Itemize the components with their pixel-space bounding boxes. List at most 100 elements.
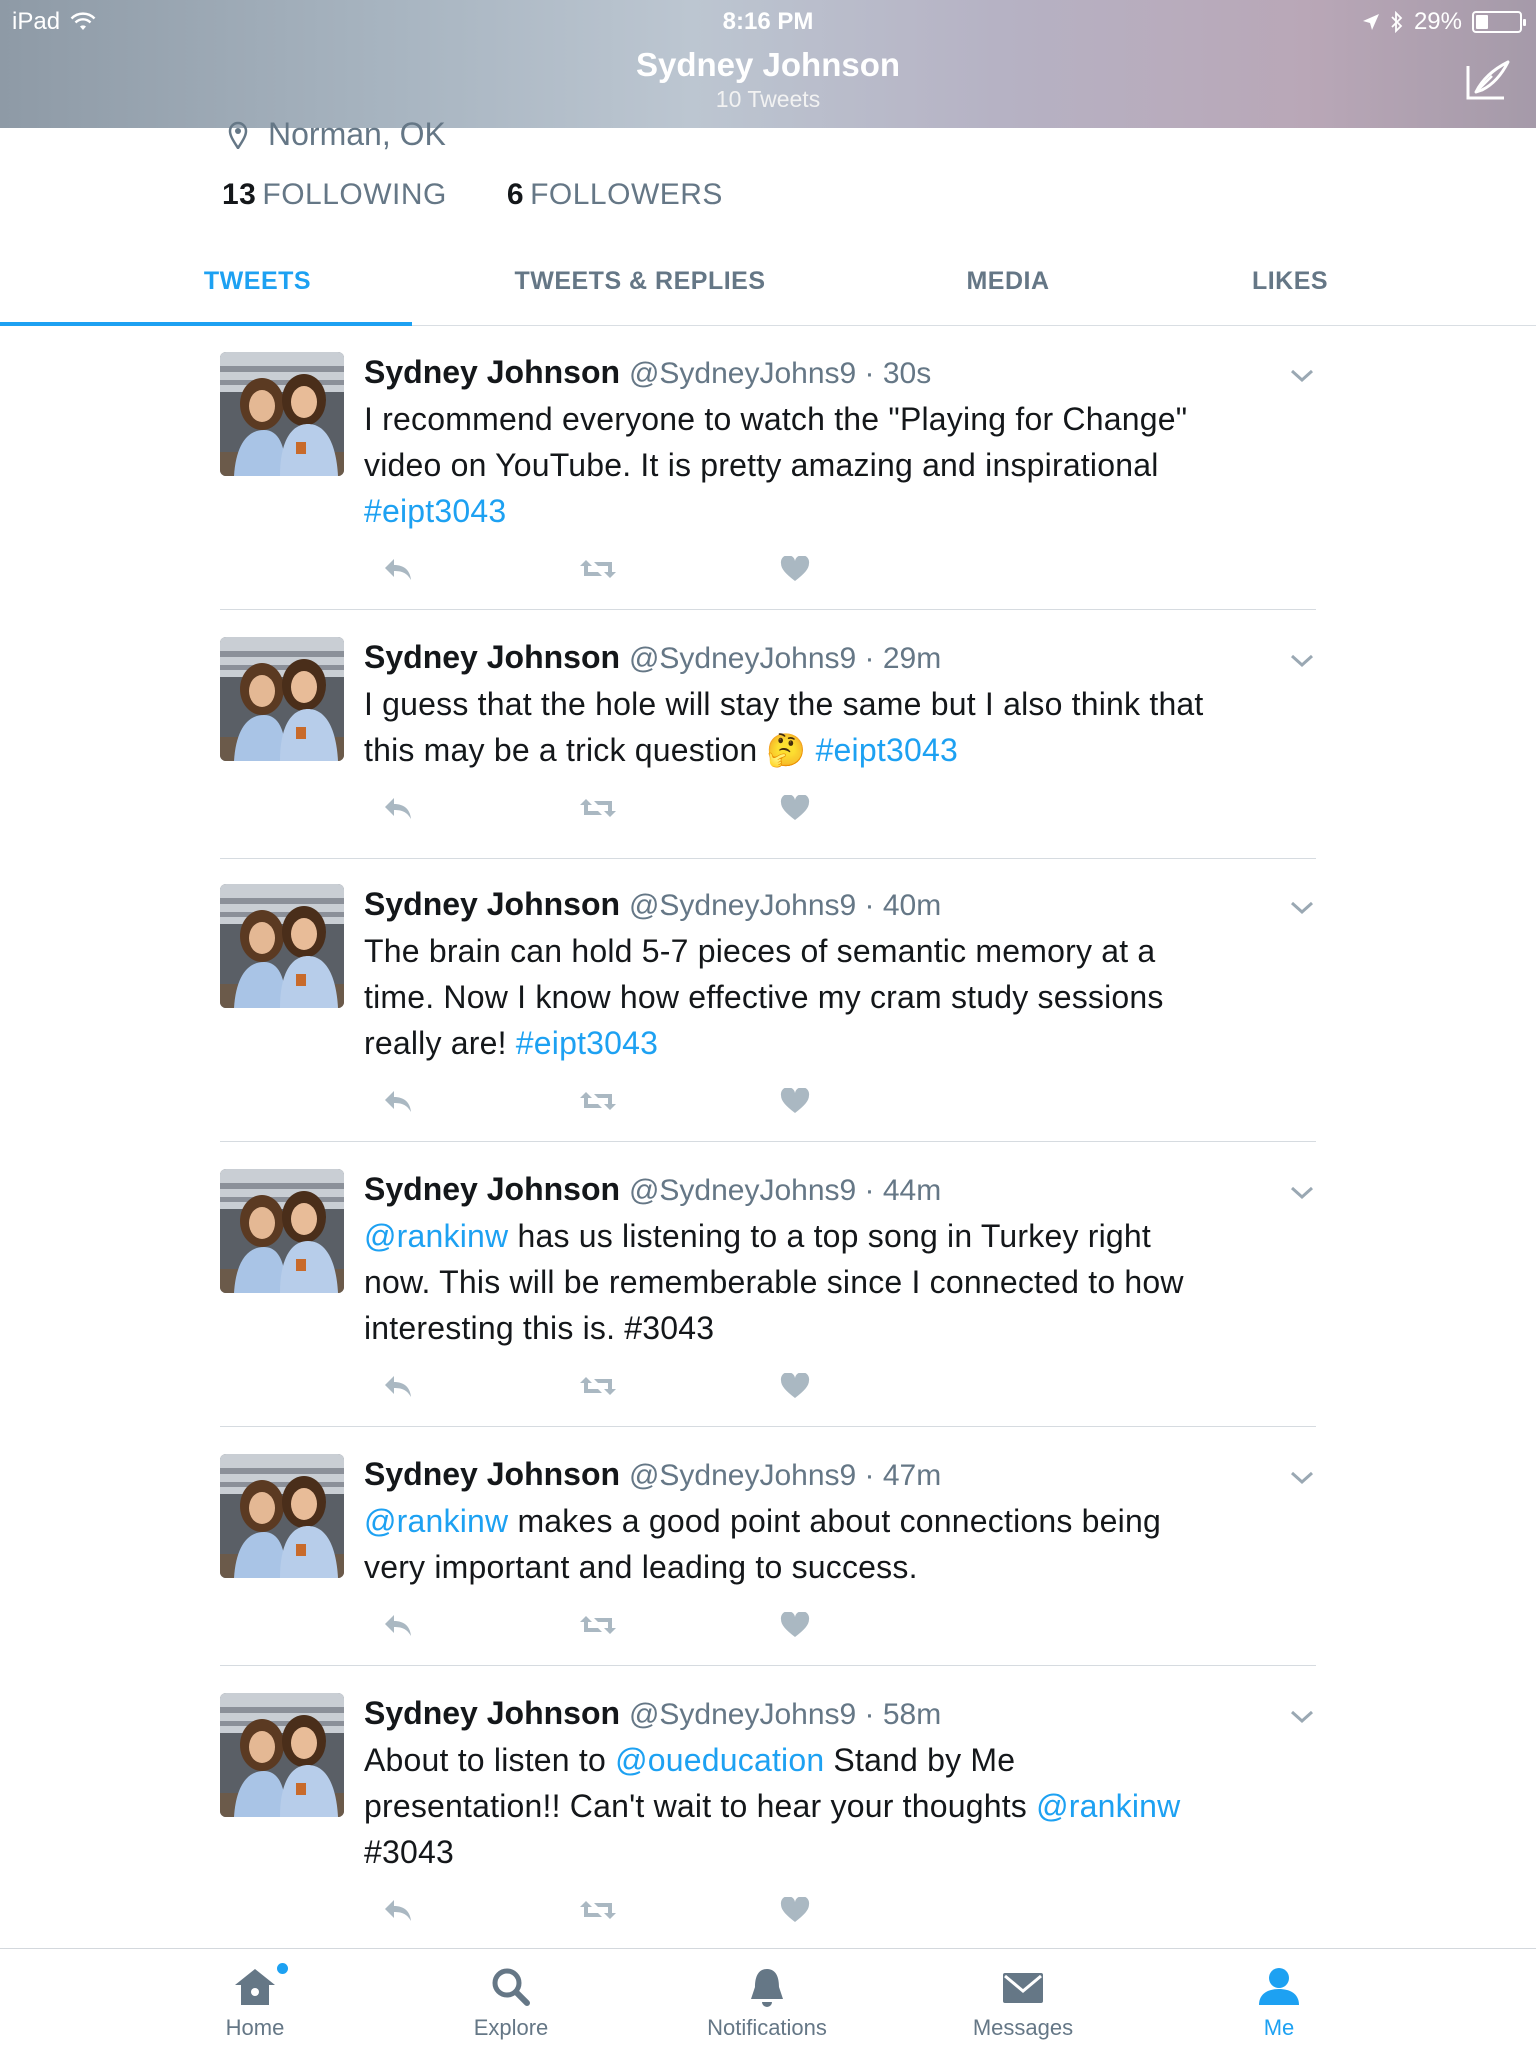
reply-icon <box>385 1615 411 1636</box>
location-text: Norman, OK <box>268 116 446 152</box>
avatar[interactable] <box>220 1693 344 1817</box>
retweet-button[interactable] <box>578 795 618 826</box>
tweet-menu-button[interactable] <box>1288 1181 1316 1203</box>
like-button[interactable] <box>780 1896 810 1928</box>
tweet-menu-button[interactable] <box>1288 1705 1316 1727</box>
tweet-link[interactable]: #eipt3043 <box>516 1025 658 1061</box>
compose-tweet-button[interactable] <box>1462 58 1514 104</box>
heart-icon <box>780 1372 810 1398</box>
tweet-header: Sydney Johnson @SydneyJohns9 · 58m <box>364 1693 1304 1735</box>
avatar[interactable] <box>220 884 344 1008</box>
tabbar-explore[interactable]: Explore <box>411 1965 611 2041</box>
bottom-tab-bar: Home Explore Notifications Messages Me <box>0 1948 1536 2048</box>
tweet-text-line: presentation!! Can't wait to hear your t… <box>364 1783 1304 1829</box>
avatar[interactable] <box>220 1454 344 1578</box>
tweet-actions <box>364 1611 864 1652</box>
reply-button[interactable] <box>382 795 414 826</box>
home-icon <box>235 1969 275 2005</box>
tweet-author-name[interactable]: Sydney Johnson <box>364 354 620 390</box>
tweet-actions <box>364 794 864 835</box>
tweet-link[interactable]: @rankinw <box>364 1218 508 1254</box>
retweet-icon <box>580 1616 616 1634</box>
tweet-author-name[interactable]: Sydney Johnson <box>364 1456 620 1492</box>
retweet-button[interactable] <box>578 1897 618 1928</box>
retweet-button[interactable] <box>578 556 618 587</box>
tweet-text-line: @rankinw makes a good point about connec… <box>364 1498 1304 1544</box>
tweet-link[interactable]: @rankinw <box>364 1503 508 1539</box>
tweet-text-segment: time. Now I know how effective my cram s… <box>364 979 1164 1015</box>
tweet-text-segment: interesting this is. #3043 <box>364 1310 715 1346</box>
tabbar-home[interactable]: Home <box>155 1963 355 2041</box>
avatar[interactable] <box>220 352 344 476</box>
avatar[interactable] <box>220 1169 344 1293</box>
tabbar-me[interactable]: Me <box>1179 1965 1379 2041</box>
tweet-timestamp: 44m <box>882 1174 942 1207</box>
tweet-text-segment: very important and leading to success. <box>364 1549 918 1585</box>
reply-button[interactable] <box>382 556 414 587</box>
tweet-author-name[interactable]: Sydney Johnson <box>364 639 620 675</box>
tab-likes[interactable]: LIKES <box>1190 240 1390 326</box>
tweet-body: Sydney Johnson @SydneyJohns9 · 58m About … <box>364 1693 1304 1875</box>
bluetooth-icon <box>1391 11 1403 33</box>
tab-media[interactable]: MEDIA <box>908 240 1108 326</box>
tabbar-messages[interactable]: Messages <box>923 1965 1123 2041</box>
tweet[interactable]: Sydney Johnson @SydneyJohns9 · 29m I gues… <box>220 637 1316 859</box>
tweet[interactable]: Sydney Johnson @SydneyJohns9 · 44m @ranki… <box>220 1169 1316 1427</box>
tweet-header: Sydney Johnson @SydneyJohns9 · 30s <box>364 352 1304 394</box>
tweet-text-segment: now. This will be rememberable since I c… <box>364 1264 1184 1300</box>
tabbar-notifications[interactable]: Notifications <box>667 1965 867 2041</box>
tweet-text: I guess that the hole will stay the same… <box>364 681 1304 773</box>
retweet-button[interactable] <box>578 1088 618 1119</box>
like-button[interactable] <box>780 555 810 587</box>
tweet-author-name[interactable]: Sydney Johnson <box>364 1695 620 1731</box>
following-stat[interactable]: 13 FOLLOWING <box>222 178 447 212</box>
tweet-link[interactable]: #eipt3043 <box>816 732 958 768</box>
tweet-text: The brain can hold 5-7 pieces of semanti… <box>364 928 1304 1066</box>
tweet-text-segment: I recommend everyone to watch the "Playi… <box>364 401 1188 437</box>
tweet-text: I recommend everyone to watch the "Playi… <box>364 396 1304 534</box>
tweet-menu-button[interactable] <box>1288 896 1316 918</box>
tab-tweets[interactable]: TWEETS <box>0 240 515 326</box>
battery-level <box>1476 15 1488 29</box>
tweet-link[interactable]: @rankinw <box>1036 1788 1180 1824</box>
tweet[interactable]: Sydney Johnson @SydneyJohns9 · 47m @ranki… <box>220 1454 1316 1666</box>
followers-count: 6 <box>506 178 525 211</box>
retweet-button[interactable] <box>578 1373 618 1404</box>
like-button[interactable] <box>780 794 810 826</box>
reply-icon <box>385 1091 411 1112</box>
tweet-menu-button[interactable] <box>1288 1466 1316 1488</box>
tweet-menu-button[interactable] <box>1288 364 1316 386</box>
heart-icon <box>780 1087 810 1113</box>
tweet-body: Sydney Johnson @SydneyJohns9 · 29m I gues… <box>364 637 1304 773</box>
location-arrow-icon <box>1362 14 1379 30</box>
tweet-author-handle: @SydneyJohns9 <box>628 642 857 675</box>
reply-button[interactable] <box>382 1088 414 1119</box>
header-title: Sydney Johnson <box>635 46 901 83</box>
tweet-count: 10 Tweets <box>715 86 821 112</box>
tweet-menu-button[interactable] <box>1288 649 1316 671</box>
like-button[interactable] <box>780 1372 810 1404</box>
tweet-author-name[interactable]: Sydney Johnson <box>364 886 620 922</box>
followers-stat[interactable]: 6 FOLLOWERS <box>507 178 723 212</box>
separator-dot: · <box>856 889 883 922</box>
tweet-text-line: I recommend everyone to watch the "Playi… <box>364 396 1304 442</box>
tweet[interactable]: Sydney Johnson @SydneyJohns9 · 58m About … <box>220 1693 1316 1938</box>
tweet-timestamp: 30s <box>882 357 932 390</box>
reply-button[interactable] <box>382 1373 414 1404</box>
reply-button[interactable] <box>382 1612 414 1643</box>
separator-dot: · <box>856 1698 883 1731</box>
tweet-link[interactable]: #eipt3043 <box>364 493 506 529</box>
tweet-link[interactable]: @oueducation <box>615 1742 824 1778</box>
tweet-timestamp: 47m <box>882 1459 942 1492</box>
like-button[interactable] <box>780 1087 810 1119</box>
retweet-icon <box>580 560 616 578</box>
separator-dot: · <box>856 642 883 675</box>
reply-button[interactable] <box>382 1897 414 1928</box>
tab-tweets-and-replies[interactable]: TWEETS & REPLIES <box>440 240 840 326</box>
tweet[interactable]: Sydney Johnson @SydneyJohns9 · 40m The br… <box>220 884 1316 1142</box>
retweet-button[interactable] <box>578 1612 618 1643</box>
avatar[interactable] <box>220 637 344 761</box>
tweet-author-name[interactable]: Sydney Johnson <box>364 1171 620 1207</box>
tweet[interactable]: Sydney Johnson @SydneyJohns9 · 30s I reco… <box>220 352 1316 610</box>
like-button[interactable] <box>780 1611 810 1643</box>
